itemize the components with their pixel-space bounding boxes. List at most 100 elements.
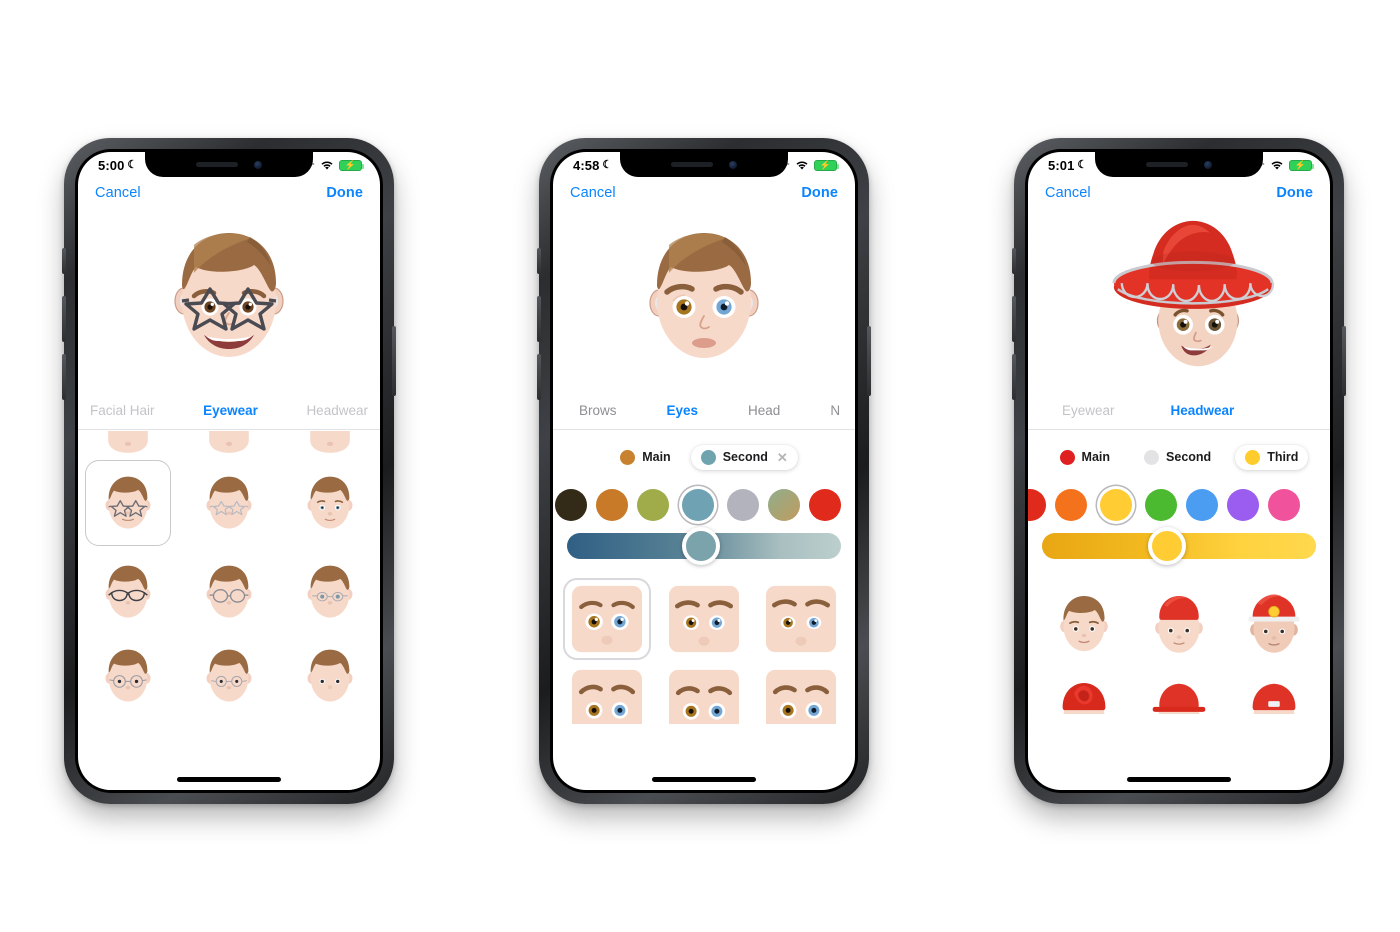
- cancel-button[interactable]: Cancel: [95, 185, 141, 201]
- grid-item-round-glasses[interactable]: [179, 550, 280, 634]
- grid-item-wire-round-glasses[interactable]: [78, 634, 179, 718]
- color-swatch-row-headwear[interactable]: [1028, 474, 1330, 526]
- wifi-icon: [1270, 160, 1284, 171]
- tab-headwear[interactable]: Headwear: [1167, 403, 1239, 418]
- grid-item-star-glasses-clear[interactable]: [179, 456, 280, 550]
- color-pill-second[interactable]: Second ✕: [690, 444, 798, 470]
- headwear-option-grid[interactable]: [1028, 572, 1330, 790]
- cancel-button[interactable]: Cancel: [1045, 185, 1091, 201]
- volume-up-button[interactable]: [1012, 296, 1016, 342]
- grid-item-partial[interactable]: [179, 430, 280, 456]
- eyewear-option-grid[interactable]: [78, 430, 380, 790]
- color-pill-main[interactable]: Main: [1050, 445, 1120, 470]
- nav-bar: Cancel Done: [78, 178, 380, 204]
- swatch-pink[interactable]: [1268, 488, 1300, 521]
- grid-item-red-turban[interactable]: [1038, 674, 1129, 714]
- tab-clipped-next[interactable]: N: [826, 403, 844, 418]
- swatch-dark-brown[interactable]: [555, 488, 587, 521]
- category-tab-strip-eyes[interactable]: Brows Eyes Head N: [553, 392, 855, 430]
- swatch-blue[interactable]: [1186, 488, 1218, 521]
- memoji-thumb-star-glasses-icon: [105, 476, 151, 529]
- swatch-yellow-selected[interactable]: [1100, 488, 1132, 521]
- grid-item-no-eyewear-alt[interactable]: [279, 634, 380, 718]
- grid-item-red-cap-gold-emblem[interactable]: [1229, 578, 1320, 670]
- swatch-sage-gradient[interactable]: [768, 488, 800, 521]
- swatch-lavender-gray[interactable]: [727, 488, 759, 521]
- mute-switch[interactable]: [62, 248, 66, 274]
- volume-up-button[interactable]: [62, 296, 66, 342]
- swatch-olive[interactable]: [637, 488, 669, 521]
- tab-brows[interactable]: Brows: [575, 403, 621, 418]
- grid-item-red-cap[interactable]: [1133, 674, 1224, 714]
- tab-facial-hair[interactable]: Facial Hair: [86, 403, 159, 418]
- eyes-option-grid[interactable]: [553, 572, 855, 790]
- grid-item-star-glasses-dark[interactable]: [78, 456, 179, 550]
- done-button[interactable]: Done: [326, 185, 363, 201]
- grid-item-cateye-glasses[interactable]: [78, 550, 179, 634]
- grid-item-no-eyewear[interactable]: [279, 456, 380, 550]
- grid-item-red-beanie[interactable]: [1133, 578, 1224, 670]
- volume-down-button[interactable]: [1012, 354, 1016, 400]
- home-indicator[interactable]: [177, 777, 281, 782]
- earpiece-speaker-icon: [1146, 162, 1188, 167]
- grid-item-eyes-wide[interactable]: [562, 576, 653, 662]
- phone-device-eyewear: 5:00 ☾ ✈ ⚡ Cancel Done: [62, 138, 396, 804]
- color-channel-pills[interactable]: Main Second ✕: [553, 440, 855, 474]
- category-tab-strip-eyewear[interactable]: Facial Hair Eyewear Headwear: [78, 392, 380, 430]
- swatch-red[interactable]: [1028, 488, 1046, 521]
- grid-item-eyes-round[interactable]: [659, 576, 750, 662]
- grid-item-eyes-row2-a[interactable]: [562, 668, 653, 724]
- grid-item-no-headwear[interactable]: [1038, 578, 1129, 670]
- swatch-purple[interactable]: [1227, 488, 1259, 521]
- shade-slider-eyes[interactable]: [553, 526, 855, 572]
- cancel-button[interactable]: Cancel: [570, 185, 616, 201]
- swatch-teal-selected[interactable]: [682, 488, 714, 521]
- memoji-preview-headwear[interactable]: [1028, 204, 1330, 392]
- shade-slider-thumb[interactable]: [681, 527, 720, 565]
- wifi-icon: [320, 160, 334, 171]
- mute-switch[interactable]: [1012, 248, 1016, 274]
- tab-head[interactable]: Head: [744, 403, 784, 418]
- tab-headwear[interactable]: Headwear: [302, 403, 372, 418]
- shade-slider-thumb[interactable]: [1147, 527, 1186, 565]
- volume-down-button[interactable]: [537, 354, 541, 400]
- color-swatch-row-eyes[interactable]: [553, 474, 855, 526]
- swatch-green[interactable]: [1145, 488, 1177, 521]
- eyes-thumb-row2-b-icon: [668, 669, 739, 724]
- grid-item-thin-oval-glasses[interactable]: [279, 550, 380, 634]
- grid-item-partial[interactable]: [78, 430, 179, 456]
- done-button[interactable]: Done: [1276, 185, 1313, 201]
- shade-slider-headwear[interactable]: [1028, 526, 1330, 572]
- swatch-orange[interactable]: [1055, 488, 1087, 521]
- memoji-preview-eyes[interactable]: [553, 204, 855, 392]
- grid-item-eyes-narrow[interactable]: [755, 576, 846, 662]
- color-channel-pills[interactable]: Main Second Third: [1028, 440, 1330, 474]
- color-pill-second[interactable]: Second: [1134, 445, 1221, 470]
- grid-item-red-helmet[interactable]: [1229, 674, 1320, 714]
- grid-item-eyes-row2-b[interactable]: [659, 668, 750, 724]
- home-indicator[interactable]: [1127, 777, 1231, 782]
- done-button[interactable]: Done: [801, 185, 838, 201]
- tab-eyewear[interactable]: Eyewear: [199, 403, 262, 418]
- color-pill-third[interactable]: Third: [1235, 444, 1309, 470]
- status-time: 4:58 ☾: [573, 158, 612, 173]
- close-icon[interactable]: ✕: [777, 451, 788, 464]
- grid-item-eyes-row2-c[interactable]: [755, 668, 846, 724]
- volume-down-button[interactable]: [62, 354, 66, 400]
- tab-eyes[interactable]: Eyes: [663, 403, 703, 418]
- category-tab-strip-headwear[interactable]: Eyewear Headwear: [1028, 392, 1330, 430]
- memoji-thumb-thin-oval-glasses-icon: [307, 565, 353, 618]
- swatch-red[interactable]: [809, 488, 841, 521]
- power-button[interactable]: [867, 326, 871, 396]
- home-indicator[interactable]: [652, 777, 756, 782]
- grid-item-thin-round-glasses[interactable]: [179, 634, 280, 718]
- mute-switch[interactable]: [537, 248, 541, 274]
- grid-item-partial[interactable]: [279, 430, 380, 456]
- power-button[interactable]: [392, 326, 396, 396]
- memoji-preview-eyewear[interactable]: [78, 204, 380, 392]
- color-pill-main[interactable]: Main: [610, 445, 680, 470]
- power-button[interactable]: [1342, 326, 1346, 396]
- swatch-orange-brown[interactable]: [596, 488, 628, 521]
- volume-up-button[interactable]: [537, 296, 541, 342]
- tab-eyewear[interactable]: Eyewear: [1058, 403, 1119, 418]
